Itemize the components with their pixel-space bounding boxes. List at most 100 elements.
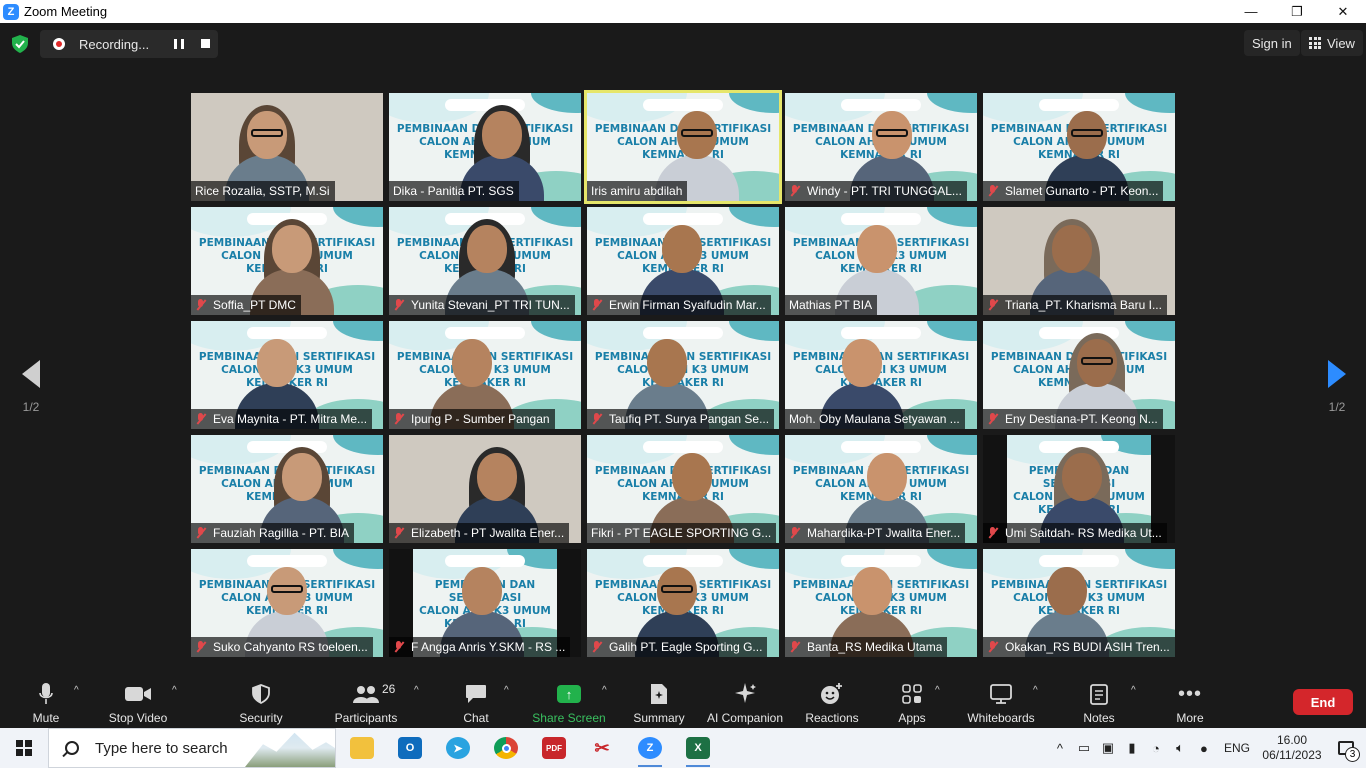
taskbar-snipping-tool[interactable]: ✂ [578,728,626,768]
taskbar-excel[interactable]: X [674,728,722,768]
participant-video-tile[interactable]: Rice Rozalia, SSTP, M.Si [191,93,383,201]
audio-options-caret-icon[interactable]: ^ [74,685,79,696]
recording-indicator[interactable]: Recording... [40,30,218,58]
participant-name: Mahardika-PT Jwalita Ener... [807,526,961,540]
sign-in-button[interactable]: Sign in [1244,30,1300,56]
participant-name-label: Mahardika-PT Jwalita Ener... [785,523,966,543]
muted-microphone-icon [987,526,999,540]
taskbar-clock[interactable]: 16.00 06/11/2023 [1258,733,1326,763]
participant-video-tile[interactable]: PEMBINAAN DAN SERTIFIKASICALON AHLI K3 U… [191,435,383,543]
participant-video-tile[interactable]: PEMBINAAN DAN SERTIFIKASICALON AHLI K3 U… [584,90,782,204]
security-shield-icon[interactable] [12,35,28,53]
participant-video-tile[interactable]: PEMBINAAN DAN SERTIFIKASICALON AHLI K3 U… [389,549,581,657]
whiteboards-options-caret-icon[interactable]: ^ [1033,685,1038,696]
participant-video-tile[interactable]: PEMBINAAN DAN SERTIFIKASICALON AHLI K3 U… [191,321,383,429]
view-button[interactable]: View [1301,30,1363,56]
stop-recording-icon[interactable] [201,39,210,48]
participant-name: Elizabeth - PT Jwalita Ener... [411,526,565,540]
apps-button[interactable]: Apps [895,673,929,728]
video-options-caret-icon[interactable]: ^ [172,685,177,696]
participant-name: Banta_RS Medika Utama [807,640,943,654]
taskbar-outlook[interactable]: O [386,728,434,768]
participant-name: Triana_PT. Kharisma Baru I... [1005,298,1162,312]
participant-name: Iris amiru abdilah [591,184,683,198]
participant-video-tile[interactable]: Elizabeth - PT Jwalita Ener... [389,435,581,543]
participant-name-label: Taufiq PT. Surya Pangan Se... [587,409,775,429]
share-screen-button[interactable]: ↑ Share Screen [532,673,606,728]
taskbar-search-box[interactable]: Type here to search [48,728,336,768]
maximize-button[interactable]: ❐ [1274,0,1320,23]
taskbar-zoom[interactable]: Z [626,728,674,768]
muted-microphone-icon [591,298,603,312]
participant-video-tile[interactable]: PEMBINAAN DAN SERTIFIKASICALON AHLI K3 U… [983,549,1175,657]
reactions-button[interactable]: Reactions [804,673,860,728]
previous-page-button[interactable]: 1/2 [16,360,46,430]
participant-video-tile[interactable]: PEMBINAAN DAN SERTIFIKASICALON AHLI K3 U… [587,435,779,543]
participant-video-tile[interactable]: PEMBINAAN DAN SERTIFIKASICALON AHLI K3 U… [785,207,977,315]
arrow-right-icon [1328,360,1346,388]
volume-icon[interactable]: 🔈︎ [1168,728,1192,768]
taskbar-file-explorer[interactable] [338,728,386,768]
mute-button[interactable]: Mute [22,673,70,728]
notification-center-button[interactable]: 3 [1326,728,1366,768]
participant-name: F Angga Anris Y.SKM - RS ... [411,640,566,654]
participant-video-tile[interactable]: PEMBINAAN DAN SERTIFIKASICALON AHLI K3 U… [785,93,977,201]
language-indicator[interactable]: ENG [1224,741,1250,755]
participant-video-tile[interactable]: PEMBINAAN DAN SERTIFIKASICALON AHLI K3 U… [983,435,1175,543]
wifi-icon[interactable]: ◔ [1144,728,1168,768]
taskbar-pdf-reader[interactable]: PDF [530,728,578,768]
chat-options-caret-icon[interactable]: ^ [504,685,509,696]
ai-companion-button[interactable]: AI Companion [705,673,785,728]
minimize-button[interactable]: — [1228,0,1274,23]
participant-video-tile[interactable]: PEMBINAAN DAN SERTIFIKASICALON AHLI K3 U… [587,207,779,315]
participant-name: Umi Saitdah- RS Medika Ut... [1005,526,1162,540]
participant-video-tile[interactable]: PEMBINAAN DAN SERTIFIKASICALON AHLI K3 U… [587,321,779,429]
pause-recording-icon[interactable] [174,39,184,49]
notes-button[interactable]: Notes [1080,673,1118,728]
participant-video-tile[interactable]: PEMBINAAN DAN SERTIFIKASICALON AHLI K3 U… [191,207,383,315]
end-meeting-button[interactable]: End [1293,689,1353,715]
participant-name-label: Iris amiru abdilah [587,181,688,201]
participant-video-tile[interactable]: PEMBINAAN DAN SERTIFIKASICALON AHLI K3 U… [785,549,977,657]
taskbar-chrome[interactable] [482,728,530,768]
participant-video-tile[interactable]: PEMBINAAN DAN SERTIFIKASICALON AHLI K3 U… [389,93,581,201]
participant-video-tile[interactable]: Triana_PT. Kharisma Baru I... [983,207,1175,315]
participant-video-tile[interactable]: PEMBINAAN DAN SERTIFIKASICALON AHLI K3 U… [191,549,383,657]
participant-video-tile[interactable]: PEMBINAAN DAN SERTIFIKASICALON AHLI K3 U… [785,435,977,543]
participant-video-tile[interactable]: PEMBINAAN DAN SERTIFIKASICALON AHLI K3 U… [983,321,1175,429]
start-button[interactable] [0,728,48,768]
participant-name-label: F Angga Anris Y.SKM - RS ... [389,637,571,657]
microphone-tray-icon[interactable]: ● [1192,728,1216,768]
network-icon[interactable]: ▭ [1072,728,1096,768]
whiteboards-button[interactable]: Whiteboards [965,673,1037,728]
apps-icon [902,684,922,704]
more-button[interactable]: ••• More [1172,673,1208,728]
share-options-caret-icon[interactable]: ^ [602,685,607,696]
summary-button[interactable]: Summary [631,673,687,728]
stop-video-button[interactable]: Stop Video [105,673,171,728]
muted-microphone-icon [195,640,207,654]
participant-video-tile[interactable]: PEMBINAAN DAN SERTIFIKASICALON AHLI K3 U… [983,93,1175,201]
participant-video-tile[interactable]: PEMBINAAN DAN SERTIFIKASICALON AHLI K3 U… [785,321,977,429]
battery-icon[interactable]: ▮ [1120,728,1144,768]
notes-icon [1090,684,1108,705]
apps-options-caret-icon[interactable]: ^ [935,685,940,696]
view-label: View [1327,35,1355,51]
notes-options-caret-icon[interactable]: ^ [1131,685,1136,696]
security-button[interactable]: Security [236,673,286,728]
close-button[interactable]: ✕ [1320,0,1366,23]
next-page-button[interactable]: 1/2 [1322,360,1352,430]
participant-name: Yunita Stevani_PT TRI TUN... [411,298,570,312]
chat-button[interactable]: Chat [458,673,494,728]
taskbar-telegram[interactable]: ➤ [434,728,482,768]
participant-video-tile[interactable]: PEMBINAAN DAN SERTIFIKASICALON AHLI K3 U… [389,321,581,429]
participants-options-caret-icon[interactable]: ^ [414,685,419,696]
meet-now-icon[interactable]: ▣ [1096,728,1120,768]
participant-video-tile[interactable]: PEMBINAAN DAN SERTIFIKASICALON AHLI K3 U… [587,549,779,657]
meeting-area: Recording... Sign in View 1/2 1/2 Rice R… [0,23,1366,673]
muted-microphone-icon [393,526,405,540]
participant-video-tile[interactable]: PEMBINAAN DAN SERTIFIKASICALON AHLI K3 U… [389,207,581,315]
show-hidden-icons-caret-icon[interactable]: ^ [1048,728,1072,768]
muted-microphone-icon [195,298,207,312]
whiteboards-label: Whiteboards [967,711,1035,725]
